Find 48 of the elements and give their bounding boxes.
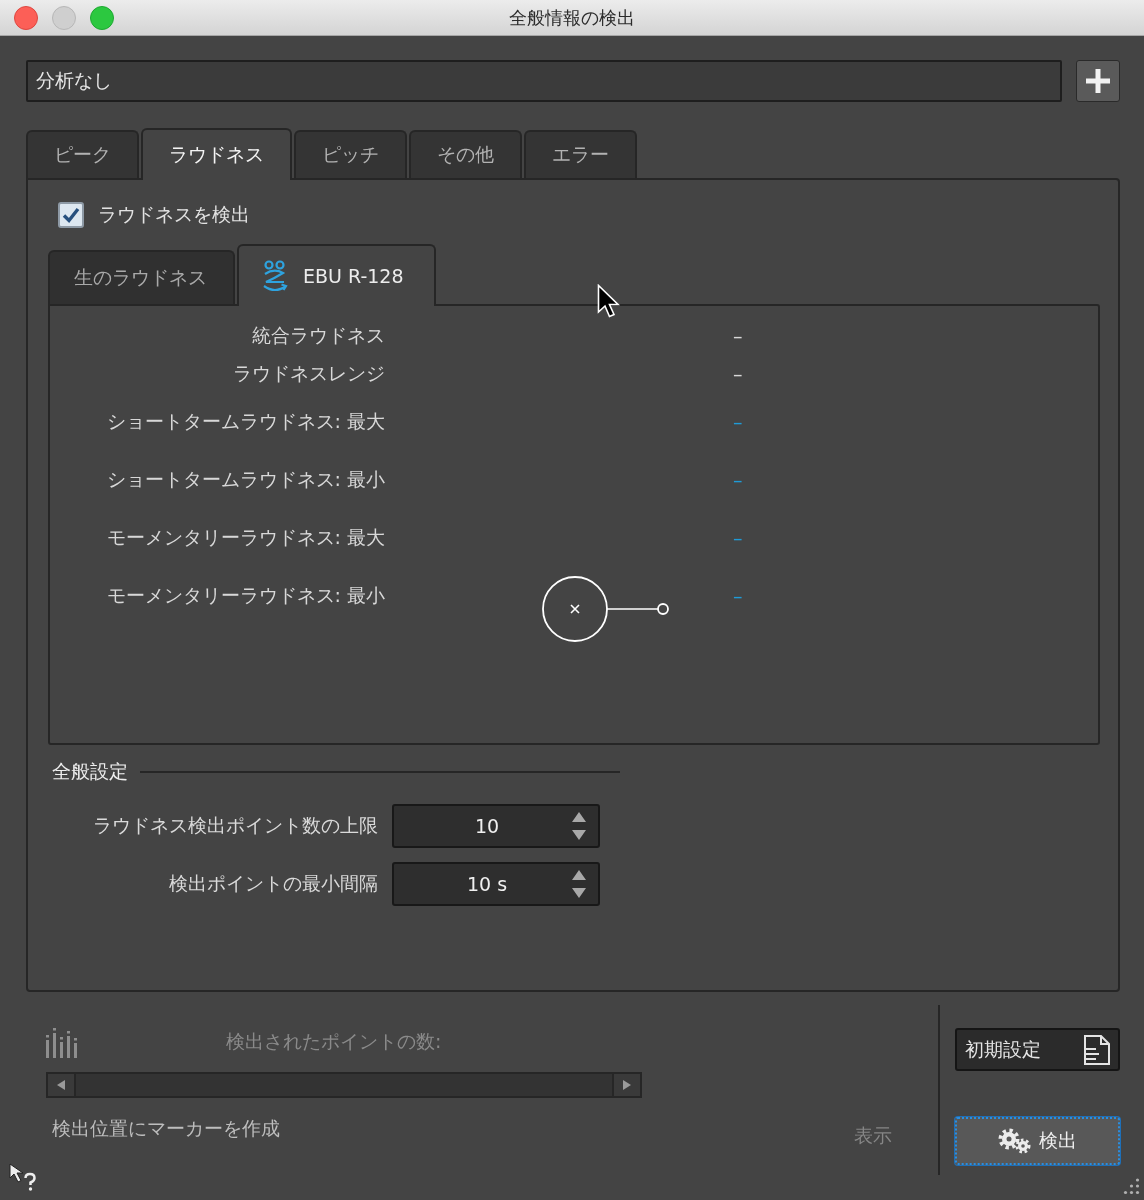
- detect-button[interactable]: 検出: [955, 1117, 1120, 1165]
- measurement-label: ラウドネスレンジ: [232, 361, 385, 386]
- tab[interactable]: ピッチ: [294, 130, 407, 178]
- defaults-button[interactable]: 初期設定: [955, 1028, 1120, 1071]
- left-arrow-icon: [57, 1080, 65, 1090]
- add-button[interactable]: [1076, 60, 1120, 102]
- scroll-right-button[interactable]: [614, 1074, 640, 1096]
- number-field[interactable]: 10: [392, 804, 600, 848]
- measurement-label: ショートタームラウドネス: 最小: [105, 467, 385, 492]
- measurement-value[interactable]: –: [733, 527, 743, 549]
- window-title: 全般情報の検出: [509, 5, 635, 30]
- stepper-icon[interactable]: [572, 812, 586, 840]
- marker-option-label: 検出位置にマーカーを作成: [52, 1116, 280, 1140]
- measurement-label: モーメンタリーラウドネス: 最小: [105, 583, 385, 608]
- close-button[interactable]: [14, 5, 38, 30]
- measurement-label: ショートタームラウドネス: 最大: [105, 409, 385, 434]
- field-label: 検出ポイントの最小間隔: [168, 871, 378, 896]
- mouse-cursor-icon: [597, 284, 620, 319]
- zoom-button[interactable]: [90, 5, 114, 30]
- preset-field[interactable]: 分析なし: [26, 60, 1062, 102]
- measurement-value[interactable]: –: [733, 585, 743, 607]
- plus-icon: [1086, 69, 1110, 93]
- tab[interactable]: エラー: [524, 130, 637, 178]
- scroll-left-button[interactable]: [48, 1074, 74, 1096]
- resize-grip-icon[interactable]: [1121, 1178, 1140, 1195]
- gears-icon: [998, 1128, 1031, 1154]
- document-icon: [1084, 1034, 1110, 1065]
- stepper-icon[interactable]: [572, 870, 586, 898]
- bar-meter-icon: [46, 1025, 78, 1058]
- number-field[interactable]: 10 s: [392, 862, 600, 906]
- help-cursor-icon[interactable]: [8, 1162, 38, 1192]
- right-arrow-icon: [623, 1080, 631, 1090]
- measurement-value: –: [733, 363, 743, 385]
- checkbox[interactable]: [58, 202, 84, 228]
- measurement-value[interactable]: –: [733, 411, 743, 433]
- measurement-value[interactable]: –: [733, 469, 743, 491]
- points-count-label: 検出されたポイントの数:: [226, 1028, 442, 1054]
- checkbox-label: ラウドネスを検出: [98, 202, 250, 227]
- tab[interactable]: 生のラウドネス: [48, 250, 235, 304]
- tab[interactable]: ピーク: [26, 130, 139, 178]
- measurement-value: –: [733, 325, 743, 347]
- tab[interactable]: EBU R-128: [237, 244, 436, 306]
- field-label: ラウドネス検出ポイント数の上限: [92, 813, 378, 838]
- measurement-label: 統合ラウドネス: [251, 323, 385, 348]
- measurement-label: モーメンタリーラウドネス: 最大: [105, 525, 385, 550]
- section-heading: 全般設定: [52, 759, 128, 784]
- tab[interactable]: その他: [409, 130, 522, 178]
- tab[interactable]: ラウドネス: [141, 128, 292, 180]
